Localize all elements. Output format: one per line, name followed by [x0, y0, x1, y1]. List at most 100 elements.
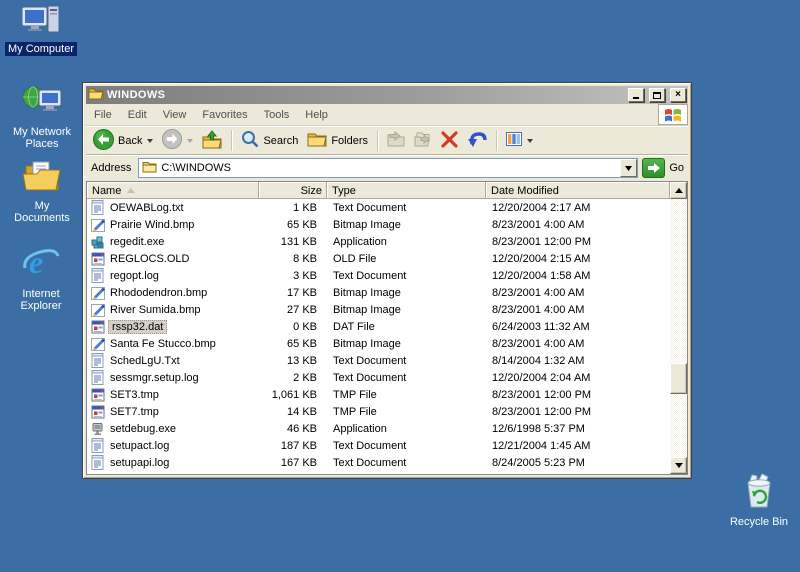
- maximize-button[interactable]: [649, 88, 665, 102]
- file-row[interactable]: SchedLgU.Txt 13 KB Text Document 8/14/20…: [87, 352, 670, 369]
- file-row[interactable]: SET3.tmp 1,061 KB TMP File 8/23/2001 12:…: [87, 386, 670, 403]
- recycle-bin-icon: [720, 472, 798, 513]
- file-size: 14 KB: [287, 405, 317, 418]
- menu-help[interactable]: Help: [297, 109, 336, 121]
- column-header-type[interactable]: Type: [327, 182, 486, 199]
- internet-explorer-icon: e: [8, 244, 74, 285]
- back-icon: [93, 128, 114, 153]
- file-row[interactable]: sessmgr.setup.log 2 KB Text Document 12/…: [87, 369, 670, 386]
- window-title: WINDOWS: [107, 89, 166, 101]
- views-dropdown-icon[interactable]: [527, 138, 534, 143]
- file-date-modified: 12/21/2004 1:45 AM: [492, 439, 591, 452]
- my-computer-icon: [2, 3, 80, 40]
- column-header-label: Type: [332, 184, 356, 197]
- delete-button[interactable]: [437, 130, 462, 152]
- file-type-icon: [90, 421, 105, 436]
- column-header-date-modified[interactable]: Date Modified: [486, 182, 670, 199]
- file-type: DAT File: [333, 320, 375, 333]
- windows-logo-icon: [658, 104, 688, 125]
- undo-button[interactable]: [463, 129, 491, 152]
- column-header-label: Date Modified: [491, 184, 559, 197]
- file-date-modified: 8/23/2001 12:00 PM: [492, 388, 592, 401]
- file-row[interactable]: Rhododendron.bmp 17 KB Bitmap Image 8/23…: [87, 284, 670, 301]
- file-size: 1,061 KB: [271, 388, 317, 401]
- file-name-cell: setupapi.log: [87, 455, 259, 470]
- file-row[interactable]: regedit.exe 131 KB Application 8/23/2001…: [87, 233, 670, 250]
- desktop-icon-recycle-bin[interactable]: Recycle Bin: [720, 472, 798, 529]
- column-header-size[interactable]: Size: [259, 182, 327, 199]
- file-type: Application: [333, 235, 387, 248]
- folders-icon: [307, 132, 327, 150]
- file-name: setupact.log: [110, 439, 170, 452]
- menu-file[interactable]: File: [86, 109, 120, 121]
- file-row[interactable]: setupapi.log 167 KB Text Document 8/24/2…: [87, 454, 670, 471]
- column-header-label: Size: [300, 184, 322, 197]
- file-type-icon: [90, 285, 105, 300]
- file-type: Text Document: [333, 371, 407, 384]
- vertical-scrollbar[interactable]: [670, 182, 687, 474]
- views-button[interactable]: [502, 131, 537, 150]
- file-date-modified: 8/23/2001 4:00 AM: [492, 303, 585, 316]
- file-size: 27 KB: [287, 303, 317, 316]
- address-input[interactable]: C:\WINDOWS: [138, 158, 639, 178]
- file-row[interactable]: OEWABLog.txt 1 KB Text Document 12/20/20…: [87, 199, 670, 216]
- address-dropdown-button[interactable]: [620, 159, 638, 177]
- scrollbar-thumb[interactable]: [670, 363, 687, 394]
- menu-edit[interactable]: Edit: [120, 109, 155, 121]
- scroll-down-button[interactable]: [670, 457, 687, 474]
- file-row[interactable]: Prairie Wind.bmp 65 KB Bitmap Image 8/23…: [87, 216, 670, 233]
- search-button[interactable]: Search: [237, 129, 302, 152]
- desktop-icon-my-network-places[interactable]: My Network Places: [3, 84, 81, 151]
- desktop-icon-my-documents[interactable]: My Documents: [3, 158, 81, 225]
- file-size: 131 KB: [280, 235, 317, 248]
- menu-view[interactable]: View: [155, 109, 195, 121]
- back-button[interactable]: Back: [89, 128, 157, 154]
- folders-button[interactable]: Folders: [303, 131, 372, 151]
- forward-button[interactable]: [158, 128, 197, 153]
- file-name: Rhododendron.bmp: [110, 286, 208, 299]
- file-type: TMP File: [333, 405, 377, 418]
- menu-tools[interactable]: Tools: [256, 109, 298, 121]
- file-type: TMP File: [333, 388, 377, 401]
- title-bar[interactable]: WINDOWS ×: [86, 86, 688, 104]
- desktop-icon-my-computer[interactable]: My Computer: [2, 3, 80, 56]
- menu-favorites[interactable]: Favorites: [194, 109, 255, 121]
- forward-dropdown-icon[interactable]: [187, 138, 194, 143]
- file-size: 2 KB: [293, 371, 317, 384]
- go-button[interactable]: [642, 158, 666, 178]
- copy-to-button[interactable]: [410, 130, 436, 151]
- file-name-cell: OEWABLog.txt: [87, 200, 259, 215]
- file-row[interactable]: Santa Fe Stucco.bmp 65 KB Bitmap Image 8…: [87, 335, 670, 352]
- file-row[interactable]: REGLOCS.OLD 8 KB OLD File 12/20/2004 2:1…: [87, 250, 670, 267]
- file-row[interactable]: rssp32.dat 0 KB DAT File 6/24/2003 11:32…: [87, 318, 670, 335]
- folders-label: Folders: [331, 134, 369, 147]
- go-label: Go: [669, 162, 684, 174]
- back-dropdown-icon[interactable]: [147, 138, 154, 143]
- move-to-button[interactable]: [383, 130, 409, 151]
- file-type-icon: [90, 217, 105, 232]
- menu-bar: File Edit View Favorites Tools Help: [86, 104, 688, 126]
- desktop-icon-internet-explorer[interactable]: e Internet Explorer: [8, 244, 74, 313]
- delete-icon: [441, 130, 458, 151]
- up-button[interactable]: [198, 129, 226, 153]
- file-size: 167 KB: [280, 456, 317, 469]
- file-type-icon: [90, 404, 105, 419]
- file-row[interactable]: SET7.tmp 14 KB TMP File 8/23/2001 12:00 …: [87, 403, 670, 420]
- close-button[interactable]: ×: [670, 88, 686, 102]
- file-type-icon: [90, 302, 105, 317]
- window-folder-icon: [88, 87, 104, 103]
- column-headers: Name Size Type Date Modified: [87, 182, 670, 199]
- back-label: Back: [118, 134, 143, 147]
- scroll-up-button[interactable]: [670, 182, 687, 199]
- file-name-cell: River Sumida.bmp: [87, 302, 259, 317]
- file-name-cell: Santa Fe Stucco.bmp: [87, 336, 259, 351]
- file-name: rssp32.dat: [108, 319, 168, 334]
- file-row[interactable]: River Sumida.bmp 27 KB Bitmap Image 8/23…: [87, 301, 670, 318]
- file-row[interactable]: regopt.log 3 KB Text Document 12/20/2004…: [87, 267, 670, 284]
- file-date-modified: 8/23/2001 4:00 AM: [492, 218, 585, 231]
- file-type: Text Document: [333, 269, 407, 282]
- file-row[interactable]: setdebug.exe 46 KB Application 12/6/1998…: [87, 420, 670, 437]
- file-row[interactable]: setupact.log 187 KB Text Document 12/21/…: [87, 437, 670, 454]
- column-header-name[interactable]: Name: [87, 182, 259, 199]
- minimize-button[interactable]: [628, 88, 644, 102]
